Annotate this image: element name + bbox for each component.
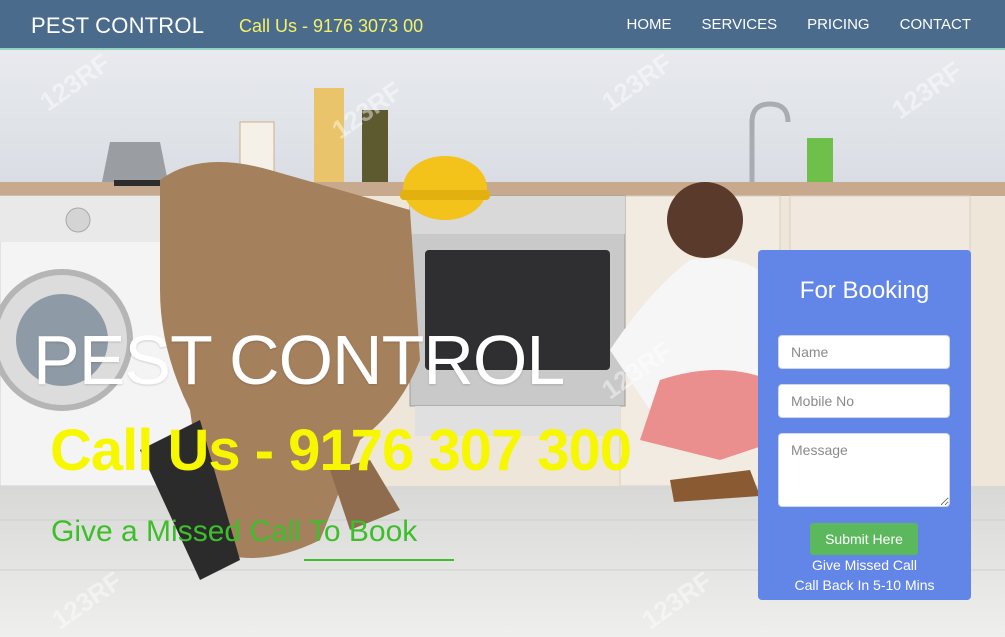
name-input[interactable] <box>778 335 950 369</box>
nav-links: HOME SERVICES PRICING CONTACT <box>627 16 972 33</box>
nav-link-pricing[interactable]: PRICING <box>807 16 870 33</box>
brand-logo-text[interactable]: PEST CONTROL <box>31 13 204 39</box>
missed-call-underline <box>304 559 454 561</box>
missed-call-text: Give a Missed Call To Book <box>51 515 418 548</box>
nav-phone-number: Call Us - 9176 3073 00 <box>239 16 424 36</box>
submit-button[interactable]: Submit Here <box>810 523 918 555</box>
hero-title: PEST CONTROL <box>33 321 565 399</box>
booking-form-panel: For Booking Submit Here Give Missed Call… <box>758 250 971 600</box>
message-textarea[interactable] <box>778 433 950 507</box>
top-navbar: PEST CONTROL Call Us - 9176 3073 00 HOME… <box>0 0 1005 50</box>
missed-call-note: Give Missed Call <box>811 557 918 573</box>
callback-note: Call Back In 5-10 Mins <box>794 577 935 593</box>
mobile-input[interactable] <box>778 384 950 418</box>
booking-title: For Booking <box>799 277 930 304</box>
nav-link-home[interactable]: HOME <box>627 16 672 33</box>
nav-link-services[interactable]: SERVICES <box>702 16 778 33</box>
nav-link-contact[interactable]: CONTACT <box>900 16 971 33</box>
hero-phone-number: Call Us - 9176 307 300 <box>50 418 632 483</box>
